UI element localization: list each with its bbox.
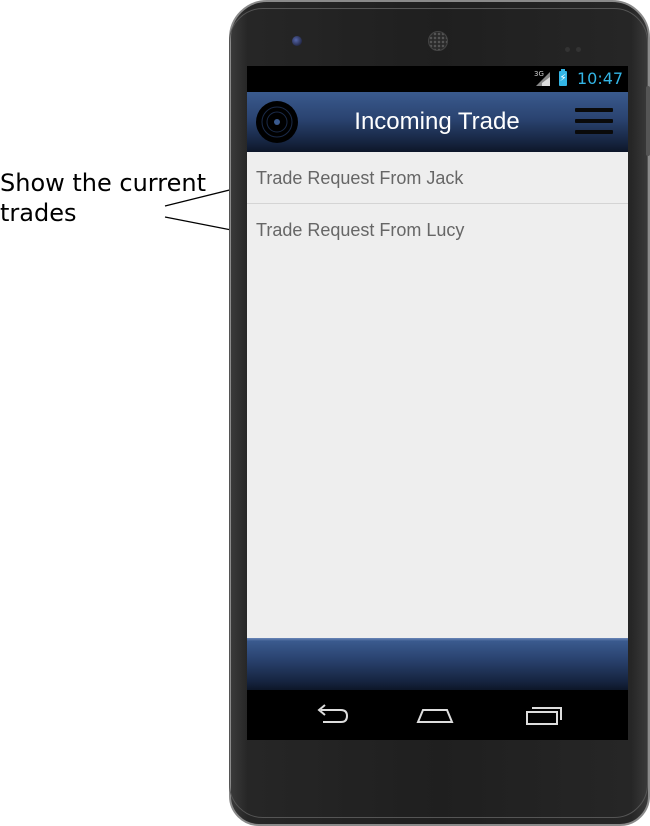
list-item-trade-jack[interactable]: Trade Request From Jack [247,152,628,204]
action-bar: Incoming Trade [247,92,628,152]
battery-charging-icon [559,69,567,86]
signal-icon [536,72,550,86]
bottom-bar [247,638,628,690]
proximity-sensor [565,37,587,52]
navigation-bar [247,690,628,740]
hamburger-menu-icon[interactable] [575,108,615,138]
vinyl-record-icon[interactable] [255,100,299,144]
back-icon[interactable] [311,702,351,728]
trade-list: Trade Request From Jack Trade Request Fr… [247,152,628,255]
phone-screen: 3G 10:47 Incoming Trade Trade Request Fr… [247,66,628,740]
status-bar: 3G 10:47 [247,66,628,92]
status-time: 10:47 [577,69,624,88]
page-title: Incoming Trade [354,108,520,135]
list-item-trade-lucy[interactable]: Trade Request From Lucy [247,204,628,255]
power-button [646,86,650,156]
earpiece-speaker-icon [428,31,448,51]
annotation-label: Show the current trades [0,169,206,227]
home-icon[interactable] [415,702,455,728]
trade-list-container: Trade Request From Jack Trade Request Fr… [247,152,628,638]
recent-apps-icon[interactable] [523,702,563,728]
front-camera-icon [292,36,302,46]
